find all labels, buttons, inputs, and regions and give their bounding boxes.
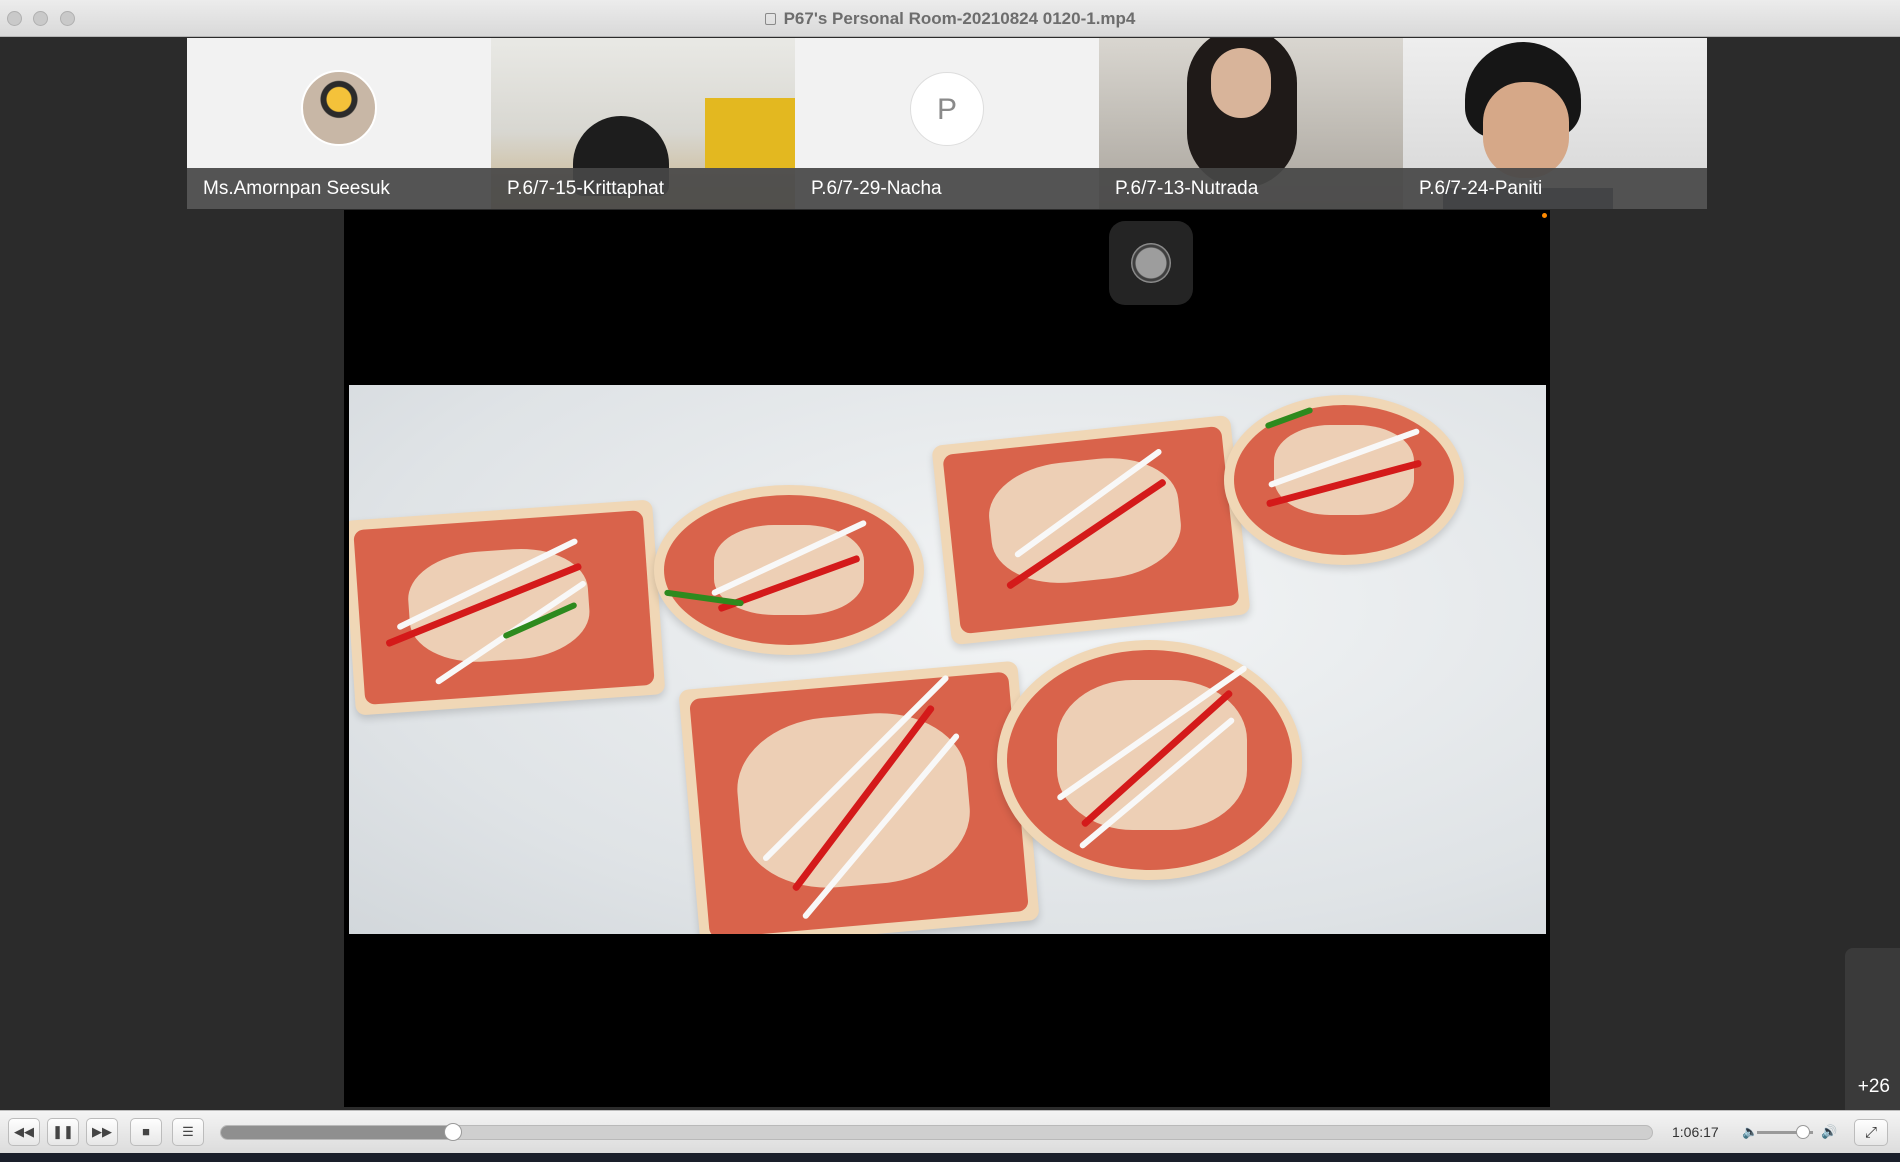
player-controls: ◀◀ ❚❚ ▶▶ ■ ☰ 1:06:17 🔈 🔊 ⤢ <box>0 1110 1900 1153</box>
document-icon <box>764 13 776 25</box>
volume-slider[interactable] <box>1757 1125 1813 1139</box>
volume-high-icon[interactable]: 🔊 <box>1821 1124 1837 1140</box>
participant-tile[interactable]: Ms.Amornpan Seesuk <box>187 38 491 209</box>
volume-knob[interactable] <box>1795 1125 1810 1139</box>
shared-photo <box>349 385 1546 934</box>
participant-tile[interactable]: P P.6/7-29-Nacha <box>795 38 1099 209</box>
participant-tile[interactable]: P.6/7-24-Paniti <box>1403 38 1707 209</box>
list-icon[interactable]: ☰ <box>172 1118 204 1146</box>
window-title: P67's Personal Room-20210824 0120-1.mp4 <box>0 9 1900 29</box>
window-titlebar: P67's Personal Room-20210824 0120-1.mp4 <box>0 0 1900 37</box>
playback-time: 1:06:17 <box>1672 1124 1719 1140</box>
more-participants-button[interactable]: +26 <box>1845 948 1900 1110</box>
fast-forward-icon[interactable]: ▶▶ <box>86 1118 118 1146</box>
fullscreen-icon[interactable]: ⤢ <box>1854 1119 1888 1146</box>
pause-icon[interactable]: ❚❚ <box>47 1118 79 1146</box>
playback-scrubber[interactable] <box>443 1123 462 1141</box>
camera-shutter-icon[interactable] <box>1109 221 1193 305</box>
participant-tile[interactable]: P.6/7-13-Nutrada <box>1099 38 1403 209</box>
volume-low-icon[interactable]: 🔈 <box>1742 1124 1758 1140</box>
more-participants-count: +26 <box>1857 1076 1890 1097</box>
stop-icon[interactable]: ■ <box>130 1118 162 1146</box>
participant-name: P.6/7-15-Krittaphat <box>491 168 795 209</box>
recording-indicator-icon <box>1542 213 1547 218</box>
avatar: P <box>910 72 984 146</box>
participant-strip: Ms.Amornpan Seesuk P.6/7-15-Krittaphat P… <box>187 38 1707 209</box>
desktop-edge <box>0 1153 1900 1162</box>
participant-name: P.6/7-29-Nacha <box>795 168 1099 209</box>
participant-name: P.6/7-24-Paniti <box>1403 168 1707 209</box>
participant-tile[interactable]: P.6/7-15-Krittaphat <box>491 38 795 209</box>
participant-name: Ms.Amornpan Seesuk <box>187 168 491 209</box>
participant-name: P.6/7-13-Nutrada <box>1099 168 1403 209</box>
avatar <box>301 70 377 146</box>
playback-timeline[interactable] <box>220 1123 1653 1141</box>
rewind-icon[interactable]: ◀◀ <box>8 1118 40 1146</box>
playback-progress <box>221 1126 453 1139</box>
window-title-text: P67's Personal Room-20210824 0120-1.mp4 <box>783 9 1136 28</box>
